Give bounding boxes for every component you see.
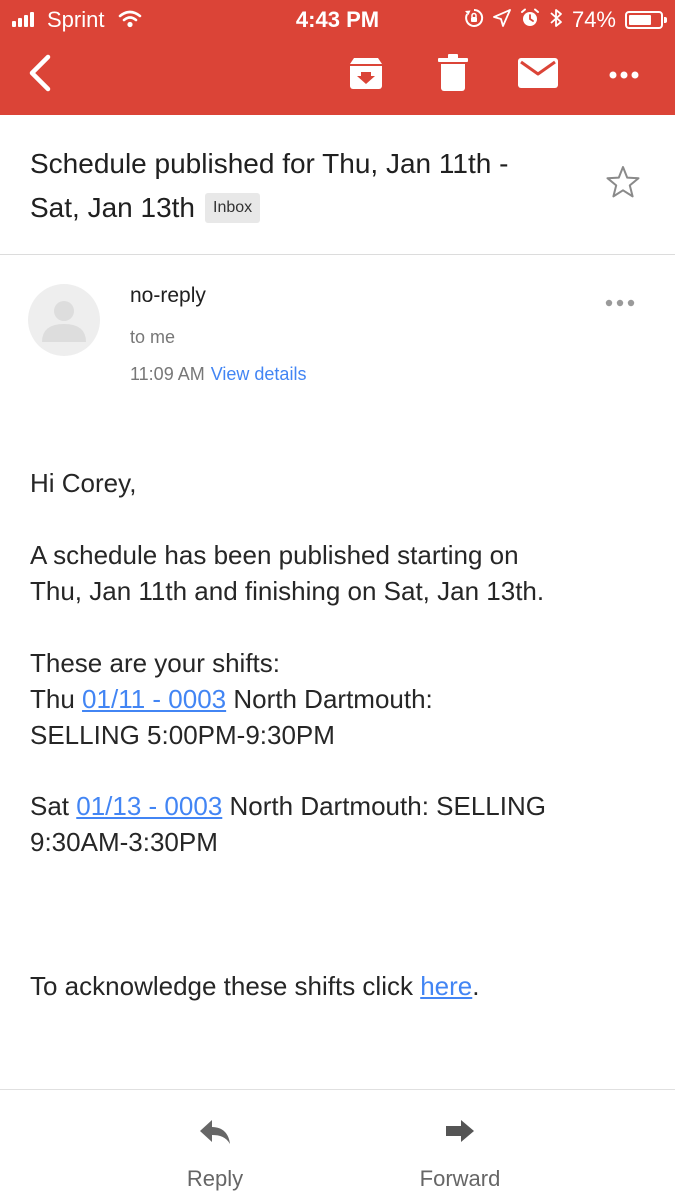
- subject-line-2: Sat, Jan 13th: [30, 192, 196, 223]
- battery-nub: [664, 17, 667, 23]
- mail-icon: [518, 57, 558, 93]
- forward-label: Forward: [419, 1166, 501, 1191]
- sender-more-button[interactable]: [605, 294, 635, 312]
- trash-icon: [438, 53, 468, 97]
- archive-button[interactable]: [345, 52, 387, 98]
- intro-paragraph: A schedule has been published starting o…: [30, 537, 650, 609]
- shift-1-location: North Dartmouth:: [233, 684, 433, 714]
- back-arrow-icon: [26, 53, 54, 98]
- divider: [0, 1089, 675, 1090]
- shift-1-details: SELLING 5:00PM-9:30PM: [30, 720, 335, 750]
- subject-line-1: Schedule published for Thu, Jan 11th -: [30, 148, 509, 179]
- sender-avatar[interactable]: [28, 284, 100, 356]
- orientation-lock-icon: [464, 8, 484, 33]
- battery-icon: [625, 11, 667, 29]
- star-icon: [605, 166, 641, 203]
- intro-line-2: Thu, Jan 11th and finishing on Sat, Jan …: [30, 576, 545, 606]
- shift-2-location: North Dartmouth: SELLING: [229, 791, 546, 821]
- status-bar: Sprint 4:43 PM 74%: [0, 0, 675, 40]
- shift-2-details: 9:30AM-3:30PM: [30, 827, 218, 857]
- shifts-heading: These are your shifts:: [30, 648, 280, 678]
- more-icon: [605, 294, 635, 311]
- mark-unread-button[interactable]: [515, 52, 561, 98]
- shift-2-day: Sat: [30, 791, 70, 821]
- battery-fill: [629, 15, 651, 25]
- greeting: Hi Corey,: [30, 468, 137, 498]
- battery-percent: 74%: [571, 7, 616, 32]
- more-options-button[interactable]: [602, 52, 646, 98]
- email-meta: 11:09 AM View details: [130, 362, 306, 386]
- star-button[interactable]: [605, 165, 641, 204]
- reply-icon: [198, 1120, 232, 1150]
- status-right-group: 74%: [464, 7, 667, 33]
- shift-2-paragraph: Sat 01/13 - 0003 North Dartmouth: SELLIN…: [30, 788, 650, 860]
- acknowledge-link[interactable]: here: [420, 971, 472, 1001]
- shift-1-day: Thu: [30, 684, 75, 714]
- email-subject: Schedule published for Thu, Jan 11th - S…: [30, 142, 590, 230]
- back-button[interactable]: [20, 52, 60, 98]
- location-icon: [493, 8, 511, 32]
- reply-button[interactable]: Reply: [155, 1118, 275, 1193]
- acknowledge-paragraph: To acknowledge these shifts click here.: [30, 968, 650, 1004]
- shift-1-link[interactable]: 01/11 - 0003: [82, 684, 226, 714]
- alarm-icon: [520, 8, 540, 33]
- sender-name: no-reply: [130, 284, 206, 307]
- acknowledge-period: .: [472, 971, 480, 1001]
- acknowledge-text: To acknowledge these shifts click: [30, 971, 413, 1001]
- archive-icon: [348, 55, 384, 96]
- shift-2-link[interactable]: 01/13 - 0003: [76, 791, 222, 821]
- view-details-link[interactable]: View details: [211, 364, 307, 384]
- shifts-paragraph: These are your shifts: Thu 01/11 - 0003 …: [30, 645, 650, 753]
- delete-button[interactable]: [432, 52, 474, 98]
- app-header: Sprint 4:43 PM 74%: [0, 0, 675, 115]
- forward-arrow-icon: [443, 1120, 477, 1150]
- inbox-label-chip[interactable]: Inbox: [205, 192, 261, 223]
- reply-label: Reply: [186, 1166, 244, 1191]
- person-icon: [42, 301, 86, 342]
- forward-button[interactable]: Forward: [400, 1118, 520, 1193]
- email-time: 11:09 AM: [130, 364, 205, 384]
- recipient-line: to me: [130, 327, 176, 347]
- more-icon: [609, 66, 639, 84]
- intro-line-1: A schedule has been published starting o…: [30, 540, 519, 570]
- subject-section: Schedule published for Thu, Jan 11th - S…: [0, 115, 675, 255]
- bluetooth-icon: [549, 8, 563, 33]
